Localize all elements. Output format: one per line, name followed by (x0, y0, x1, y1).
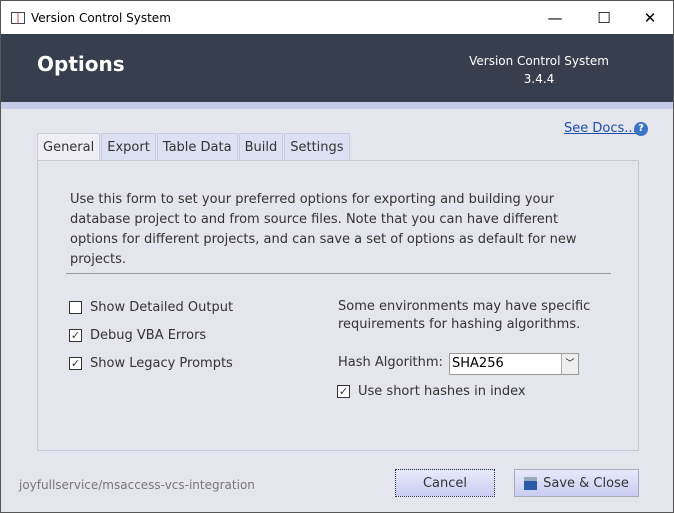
tab-bar: General Export Table Data Build Settings (37, 133, 351, 161)
tab-general[interactable]: General (37, 133, 101, 161)
repo-label: joyfullservice/msaccess-vcs-integration (19, 478, 255, 492)
see-docs-link[interactable]: See Docs... (564, 121, 637, 136)
title-bar: Version Control System — ☐ ✕ (1, 1, 673, 34)
app-icon (11, 11, 25, 24)
checkbox-label: Show Legacy Prompts (90, 356, 233, 371)
page-title: Options (37, 52, 125, 76)
checkbox-label: Use short hashes in index (358, 384, 526, 399)
tab-settings[interactable]: Settings (284, 133, 350, 160)
minimize-button[interactable]: — (532, 1, 578, 34)
checkbox-label: Show Detailed Output (90, 300, 234, 315)
chevron-down-icon[interactable]: ﹀ (561, 354, 578, 374)
version: 3.4.4 (523, 72, 555, 86)
checkbox-icon (69, 301, 82, 314)
tab-build[interactable]: Build (238, 133, 284, 160)
show-legacy-prompts-checkbox[interactable]: ✓ Show Legacy Prompts (69, 356, 233, 371)
general-panel: Use this form to set your preferred opti… (37, 160, 639, 451)
separator (66, 273, 611, 274)
cancel-button[interactable]: Cancel (395, 469, 495, 497)
checkbox-label: Debug VBA Errors (90, 328, 207, 343)
header: Options Version Control System 3.4.4 (1, 34, 673, 102)
app-name: Version Control System (469, 54, 609, 68)
short-hashes-checkbox[interactable]: ✓ Use short hashes in index (337, 384, 526, 399)
tab-table-data[interactable]: Table Data (156, 133, 238, 160)
checkmark-icon: ✓ (337, 385, 350, 398)
hash-algorithm-select[interactable]: SHA256 ﹀ (449, 353, 579, 375)
tab-export[interactable]: Export (101, 133, 156, 160)
close-button[interactable]: ✕ (627, 1, 673, 34)
intro-text: Use this form to set your preferred opti… (70, 192, 577, 267)
show-detailed-output-checkbox[interactable]: Show Detailed Output (69, 300, 233, 315)
checkmark-icon: ✓ (69, 329, 82, 342)
window-title: Version Control System (31, 10, 171, 25)
window: Version Control System — ☐ ✕ Options Ver… (0, 0, 674, 513)
maximize-button[interactable]: ☐ (581, 1, 627, 34)
hash-algorithm-label: Hash Algorithm: (338, 355, 443, 370)
save-close-button[interactable]: Save & Close (514, 469, 639, 497)
checkmark-icon: ✓ (69, 357, 82, 370)
selected-value: SHA256 (452, 356, 504, 371)
button-label: Save & Close (543, 475, 629, 491)
help-icon[interactable]: ? (634, 122, 648, 136)
debug-vba-errors-checkbox[interactable]: ✓ Debug VBA Errors (69, 328, 206, 343)
hash-note: Some environments may have specific requ… (338, 299, 591, 332)
save-icon (524, 476, 538, 490)
divider (1, 102, 673, 109)
button-label: Cancel (422, 475, 468, 491)
